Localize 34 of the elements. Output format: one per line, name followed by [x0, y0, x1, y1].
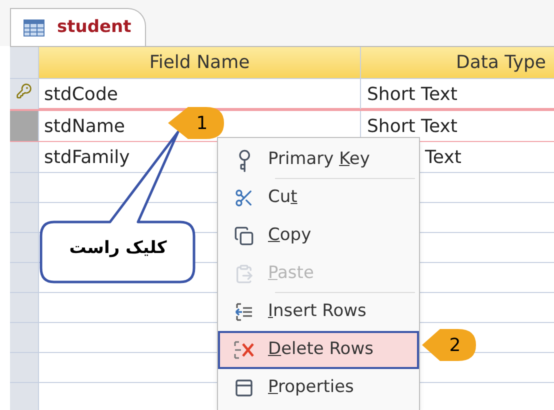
- menu-item-label: Insert Rows: [268, 300, 366, 324]
- cut-icon: [234, 188, 254, 208]
- column-header[interactable]: Field Name: [39, 47, 361, 78]
- row-selector[interactable]: [10, 79, 39, 109]
- data-type-cell-text: Short Text: [367, 82, 458, 106]
- menu-item[interactable]: Copy: [218, 217, 419, 255]
- column-header[interactable]: Data Type: [361, 47, 554, 78]
- data-type-cell-text: Text: [425, 146, 462, 170]
- menu-item-label: Primary Key: [268, 148, 370, 172]
- row-selector[interactable]: [10, 111, 39, 141]
- menu-item-label: Paste: [268, 262, 314, 286]
- copy-icon: [234, 226, 254, 246]
- menu-item[interactable]: Cut: [218, 179, 419, 217]
- menu-item[interactable]: Delete Rows: [218, 331, 419, 369]
- tab-title: student: [57, 16, 132, 39]
- menu-item[interactable]: Properties: [218, 369, 419, 407]
- callout-text: کلیک راست: [68, 237, 168, 260]
- data-type-cell-text: Short Text: [367, 114, 458, 138]
- paste-icon: [234, 264, 254, 284]
- field-name-cell-text: stdName: [44, 114, 125, 138]
- field-name-cell-text: stdFamily: [44, 146, 130, 170]
- menu-item[interactable]: Primary Key: [218, 141, 419, 179]
- insert-rows-icon: [234, 302, 254, 322]
- properties-icon: [234, 378, 254, 398]
- table-tab[interactable]: student: [10, 8, 146, 46]
- table-icon: [23, 18, 45, 36]
- primary-key-icon: [16, 83, 32, 99]
- menu-item-label: Copy: [268, 224, 312, 248]
- menu-item-label: Properties: [268, 376, 354, 400]
- delete-rows-icon: [233, 340, 255, 360]
- menu-item[interactable]: Insert Rows: [218, 293, 419, 331]
- menu-item-label: Cut: [268, 186, 298, 210]
- menu-item-label: Delete Rows: [268, 338, 374, 362]
- field-name-cell-text: stdCode: [44, 82, 118, 106]
